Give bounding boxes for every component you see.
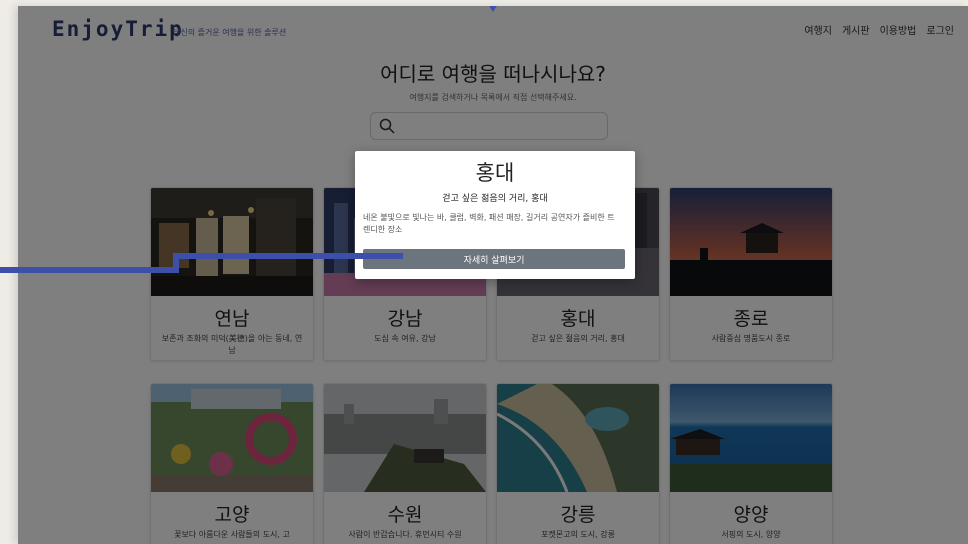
page: EnjoyTrip 당신의 즐거운 여행을 위한 솔루션 여행지 게시판 이용방… (18, 6, 968, 544)
connector-line-horizontal (173, 253, 403, 259)
modal-subtitle: 걷고 싶은 젊음의 거리, 홍대 (442, 194, 548, 204)
destination-modal: 홍대 걷고 싶은 젊음의 거리, 홍대 네온 불빛으로 빛나는 바, 클럽, 벽… (355, 151, 635, 279)
modal-description: 네온 불빛으로 빛나는 바, 클럽, 벽화, 패션 매장, 길거리 공연자가 즐… (363, 213, 615, 234)
browser-frame: EnjoyTrip 당신의 즐거운 여행을 위한 솔루션 여행지 게시판 이용방… (18, 6, 968, 544)
view-details-button[interactable]: 자세히 살펴보기 (363, 249, 625, 269)
modal-title: 홍대 (475, 161, 515, 185)
connector-line-outer (0, 267, 179, 273)
arrow-down-marker (488, 6, 498, 12)
